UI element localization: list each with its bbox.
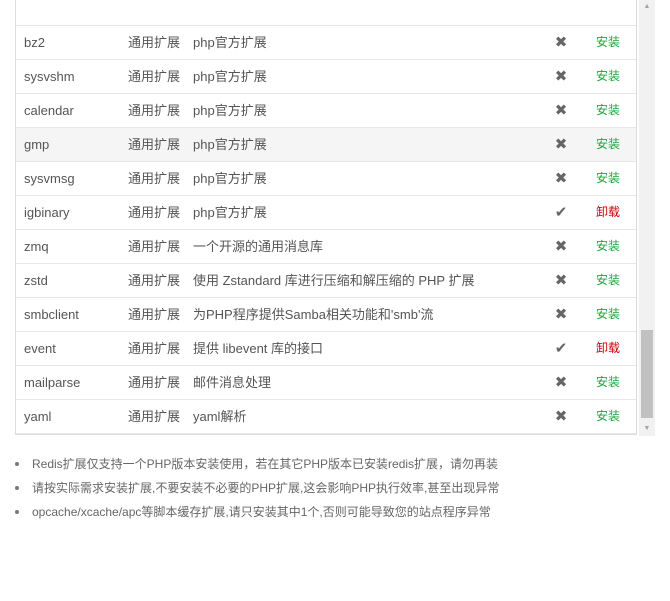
extension-name: yaml [24,409,52,424]
table-row: gmp 通用扩展 php官方扩展 ✖ 安装 [16,128,636,162]
extension-type: 通用扩展 [128,375,181,390]
cross-icon: ✖ [554,102,568,119]
cross-icon: ✖ [554,170,568,187]
extension-description: php官方扩展 [193,35,267,50]
install-button[interactable]: 安装 [596,26,620,59]
table-row: yaml 通用扩展 yaml解析 ✖ 安装 [16,400,636,434]
scroll-up-arrow-icon[interactable]: ▲ [639,0,655,14]
install-button[interactable]: 安装 [596,128,620,161]
check-icon: ✔ [554,204,568,221]
cross-icon: ✖ [554,68,568,85]
tips-list: Redis扩展仅支持一个PHP版本安装使用，若在其它PHP版本已安装redis扩… [15,452,655,524]
extension-type: 通用扩展 [128,69,181,84]
install-button[interactable]: 安装 [596,264,620,297]
scroll-down-arrow-icon[interactable]: ▼ [639,422,655,436]
extension-type: 通用扩展 [128,341,181,356]
extension-type: 通用扩展 [128,273,181,288]
extension-name: zmq [24,239,49,254]
install-button[interactable]: 安装 [596,230,620,263]
table-row: zmq 通用扩展 一个开源的通用消息库 ✖ 安装 [16,230,636,264]
check-icon: ✔ [554,340,568,357]
cross-icon: ✖ [554,272,568,289]
tip-item: 请按实际需求安装扩展,不要安装不必要的PHP扩展,这会影响PHP执行效率,甚至出… [15,476,655,500]
cross-icon: ✖ [554,408,568,425]
table-row: calendar 通用扩展 php官方扩展 ✖ 安装 [16,94,636,128]
extension-description: php官方扩展 [193,137,267,152]
uninstall-button[interactable]: 卸载 [596,196,620,229]
extension-name: bz2 [24,35,45,50]
table-row: smbclient 通用扩展 为PHP程序提供Samba相关功能和'smb'流 ✖ 安装 [16,298,636,332]
extension-description: 邮件消息处理 [193,375,272,390]
install-button[interactable]: 安装 [596,94,620,127]
extension-type: 通用扩展 [128,137,181,152]
extension-name: event [24,341,56,356]
install-button[interactable]: 安装 [596,400,620,433]
tip-text: opcache/xcache/apc等脚本缓存扩展,请只安装其中1个,否则可能导… [32,505,491,519]
extension-type: 通用扩展 [128,409,181,424]
install-button[interactable]: 安装 [596,298,620,331]
extension-description: php官方扩展 [193,171,267,186]
cross-icon: ✖ [554,34,568,51]
extension-type: 通用扩展 [128,103,181,118]
extension-description: php官方扩展 [193,69,267,84]
table-row: sysvshm 通用扩展 php官方扩展 ✖ 安装 [16,60,636,94]
tip-item: Redis扩展仅支持一个PHP版本安装使用，若在其它PHP版本已安装redis扩… [15,452,655,476]
extension-description: php官方扩展 [193,205,267,220]
cross-icon: ✖ [554,374,568,391]
extension-type: 通用扩展 [128,239,181,254]
extension-name: sysvmsg [24,171,75,186]
table-row: mailparse 通用扩展 邮件消息处理 ✖ 安装 [16,366,636,400]
scrollbar[interactable]: ▲ ▼ [639,0,655,436]
extension-name: igbinary [24,205,70,220]
table-row: igbinary 通用扩展 php官方扩展 ✔ 卸载 [16,196,636,230]
table-row: event 通用扩展 提供 libevent 库的接口 ✔ 卸载 [16,332,636,366]
extension-name: gmp [24,137,50,152]
extension-name: sysvshm [24,69,75,84]
cross-icon: ✖ [554,136,568,153]
extension-description: yaml解析 [193,409,247,424]
scrollbar-thumb[interactable] [641,330,653,418]
extension-type: 通用扩展 [128,205,181,220]
extension-description: 提供 libevent 库的接口 [193,341,324,356]
extension-type: 通用扩展 [128,307,181,322]
extension-description: 使用 Zstandard 库进行压缩和解压缩的 PHP 扩展 [193,273,475,288]
extension-list-panel: bz2 通用扩展 php官方扩展 ✖ 安装 sysvshm 通用扩展 php官方扩展 ✖ 安装 ca… [15,0,655,436]
extension-type: 通用扩展 [128,35,181,50]
extension-name: zstd [24,273,48,288]
table-row: zstd 通用扩展 使用 Zstandard 库进行压缩和解压缩的 PHP 扩展 ✖ 安… [16,264,636,298]
table-row: bz2 通用扩展 php官方扩展 ✖ 安装 [16,26,636,60]
bullet-icon [15,510,19,514]
table-row-clipped [16,0,636,26]
extension-name: mailparse [24,375,81,390]
install-button[interactable]: 安装 [596,366,620,399]
tip-text: 请按实际需求安装扩展,不要安装不必要的PHP扩展,这会影响PHP执行效率,甚至出… [32,481,500,495]
extension-description: php官方扩展 [193,103,267,118]
tip-text: Redis扩展仅支持一个PHP版本安装使用，若在其它PHP版本已安装redis扩… [32,457,499,471]
install-button[interactable]: 安装 [596,162,620,195]
table-row: sysvmsg 通用扩展 php官方扩展 ✖ 安装 [16,162,636,196]
extension-description: 为PHP程序提供Samba相关功能和'smb'流 [193,307,434,322]
extension-table: bz2 通用扩展 php官方扩展 ✖ 安装 sysvshm 通用扩展 php官方扩展 ✖ 安装 ca… [15,0,637,435]
extension-name: calendar [24,103,74,118]
bullet-icon [15,462,19,466]
tip-item: opcache/xcache/apc等脚本缓存扩展,请只安装其中1个,否则可能导… [15,500,655,524]
cross-icon: ✖ [554,306,568,323]
bullet-icon [15,486,19,490]
uninstall-button[interactable]: 卸载 [596,332,620,365]
cross-icon: ✖ [554,238,568,255]
extension-name: smbclient [24,307,79,322]
install-button[interactable]: 安装 [596,60,620,93]
extension-description: 一个开源的通用消息库 [193,239,324,254]
extension-type: 通用扩展 [128,171,181,186]
